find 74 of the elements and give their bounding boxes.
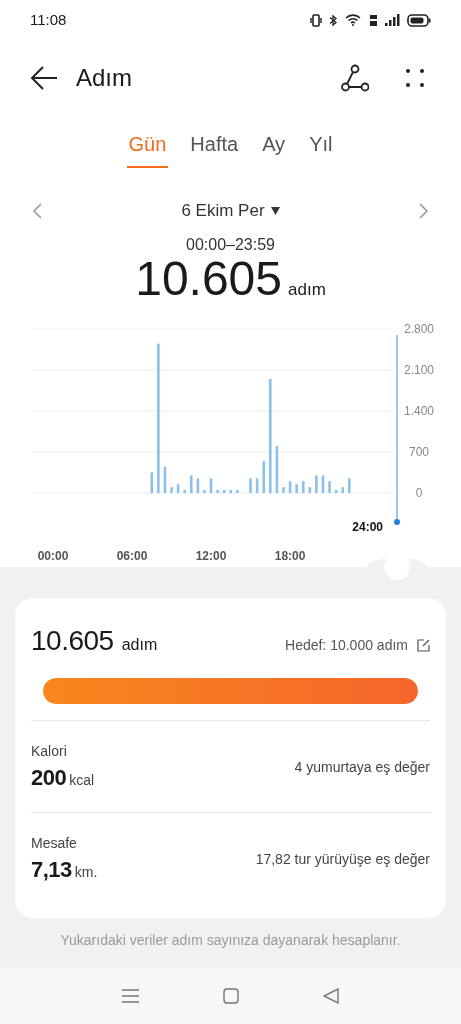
y-tick-label: 2.800: [404, 321, 434, 336]
step-bar: [249, 477, 252, 493]
step-bar: [295, 483, 298, 493]
goal-text: Hedef: 10.000 adım: [285, 635, 408, 655]
previous-day-icon[interactable]: [32, 202, 42, 219]
period-tab[interactable]: Hafta: [188, 132, 241, 168]
metric-unit: km.: [74, 862, 98, 882]
step-bar: [328, 480, 331, 493]
back-triangle-icon[interactable]: [323, 988, 339, 1004]
step-bar: [183, 489, 186, 493]
back-arrow-icon[interactable]: [30, 66, 58, 90]
step-bar: [229, 489, 233, 493]
metric-label: Mesafe: [31, 833, 78, 853]
step-bar: [150, 472, 154, 493]
y-tick-label: 700: [409, 444, 429, 459]
equivalent-text: 4 yumurtaya eş değer: [294, 757, 430, 777]
step-bar: [236, 489, 239, 493]
metric-label: Kalori: [31, 741, 68, 761]
step-bar: [209, 477, 213, 493]
x-tick-label: 12:00: [195, 548, 227, 563]
screen-title: Adım: [76, 63, 132, 93]
signal-icon: [385, 14, 400, 26]
x-tick-label: 06:00: [116, 548, 148, 563]
step-count: 10.605: [31, 623, 114, 658]
step-unit: adım: [121, 634, 158, 655]
step-bar: [334, 489, 338, 493]
time-range: 00:00–23:59: [185, 234, 276, 255]
status-time: 11:08: [30, 9, 67, 30]
step-bar: [196, 477, 200, 493]
step-bar: [203, 489, 206, 493]
step-bar: [170, 486, 173, 493]
step-bar: [301, 480, 305, 493]
menu-icon[interactable]: [122, 989, 139, 1003]
step-bar: [282, 486, 285, 493]
cursor-time-label: 24:00: [352, 519, 383, 534]
y-tick-label: 2.100: [404, 362, 434, 377]
more-icon[interactable]: [405, 68, 425, 88]
step-bar: [308, 486, 312, 493]
period-tab[interactable]: Ay: [260, 132, 288, 168]
step-bar: [288, 480, 292, 493]
bluetooth-icon: [329, 13, 338, 27]
edit-icon[interactable]: [417, 638, 430, 652]
step-bar: [275, 445, 279, 493]
step-bar: [216, 489, 219, 493]
next-day-icon[interactable]: [419, 202, 429, 219]
step-bar: [321, 474, 325, 493]
y-tick-label: 1.400: [404, 403, 434, 418]
x-tick-label: 18:00: [274, 548, 306, 563]
metric-unit: kcal: [69, 770, 95, 790]
step-unit: adım: [288, 278, 326, 301]
date-label: 6 Ekim Per: [181, 200, 265, 222]
home-square-icon[interactable]: [223, 988, 239, 1004]
period-tab[interactable]: Yıl: [307, 132, 335, 168]
step-bar: [315, 474, 318, 493]
step-total: 10.605: [135, 254, 282, 303]
y-tick-label: 0: [415, 485, 423, 500]
step-bar: [255, 477, 259, 493]
x-tick-label: 00:00: [37, 548, 69, 563]
share-nodes-icon[interactable]: [341, 64, 369, 92]
battery-icon: [407, 13, 431, 27]
dropdown-caret-icon[interactable]: [270, 206, 280, 215]
step-bar: [262, 460, 265, 493]
footnote: Yukarıdaki veriler adım sayınıza dayanarak hesaplanır.: [59, 930, 402, 950]
step-bar: [176, 483, 180, 493]
step-bar: [341, 486, 345, 493]
step-bar: [163, 466, 167, 493]
step-bar: [222, 489, 226, 493]
metric-value: 7,13: [31, 855, 72, 884]
wifi-icon: [345, 14, 362, 26]
step-bar: [190, 474, 193, 493]
vibrate-icon: [310, 13, 322, 27]
metric-value: 200: [31, 763, 67, 792]
step-bar: [348, 477, 351, 493]
equivalent-text: 17,82 tur yürüyüşe eş değer: [255, 849, 430, 869]
